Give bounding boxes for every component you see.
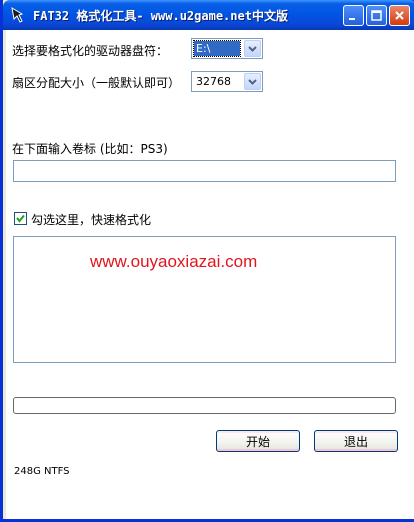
checkmark-icon — [16, 214, 25, 223]
drive-label: 选择要格式化的驱动器盘符： — [12, 44, 169, 58]
status-text: 248G NTFS — [14, 466, 70, 477]
drive-select-value: E:\ — [193, 40, 241, 57]
volume-label-input[interactable] — [13, 160, 396, 182]
quick-format-label: 勾选这里，快速格式化 — [31, 213, 152, 227]
format-tool-window: FAT32 格式化工具- www.u2game.net中文版 选择要格式化的驱动… — [0, 0, 414, 522]
cluster-size-value: 32768 — [196, 75, 231, 88]
close-icon — [395, 11, 404, 20]
chevron-down-icon — [248, 78, 257, 85]
watermark-text: www.ouyaoxiazai.com — [90, 252, 258, 271]
cluster-size-select[interactable]: 32768 — [191, 71, 263, 92]
drive-dropdown-button[interactable] — [244, 40, 261, 57]
maximize-button[interactable] — [366, 5, 387, 26]
quick-format-checkbox[interactable] — [14, 212, 27, 225]
chevron-down-icon — [248, 45, 257, 52]
volume-label-caption: 在下面输入卷标 (比如：PS3) — [12, 142, 168, 156]
minimize-button[interactable] — [343, 5, 364, 26]
window-title: FAT32 格式化工具- www.u2game.net中文版 — [33, 9, 288, 23]
start-button[interactable]: 开始 — [216, 430, 300, 452]
close-button[interactable] — [389, 5, 410, 26]
exit-button[interactable]: 退出 — [314, 430, 398, 452]
cluster-dropdown-button[interactable] — [244, 73, 261, 90]
maximize-icon — [371, 10, 382, 21]
cluster-label: 扇区分配大小（一般默认即可） — [12, 76, 181, 90]
title-bar[interactable]: FAT32 格式化工具- www.u2game.net中文版 — [3, 0, 414, 30]
drive-select[interactable]: E:\ — [191, 38, 263, 59]
format-progress-bar — [13, 397, 396, 414]
client-area: 选择要格式化的驱动器盘符： E:\ 扇区分配大小（一般默认即可） 32768 在… — [6, 30, 414, 519]
minimize-icon — [349, 18, 355, 20]
app-icon — [11, 7, 24, 23]
